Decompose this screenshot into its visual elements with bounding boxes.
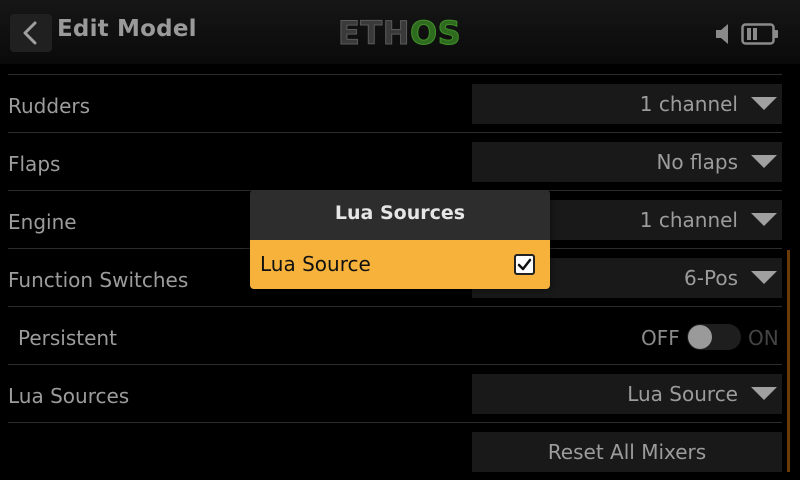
ethos-logo: ETHOS (338, 14, 462, 53)
lua-sources-label: Lua Sources (8, 384, 130, 408)
divider (8, 422, 782, 423)
top-bar: Edit Model ETHOS (0, 0, 800, 64)
popup-list-item[interactable]: Lua Source (250, 240, 550, 289)
dropdown-arrow-icon (751, 97, 777, 110)
lua-sources-select[interactable]: Lua Source (472, 374, 782, 414)
speaker-muted-icon[interactable] (714, 22, 738, 46)
dropdown-arrow-icon (751, 213, 777, 226)
lua-sources-popup: Lua Sources Lua Source (250, 190, 550, 289)
divider (8, 364, 782, 365)
popup-item-label: Lua Source (260, 252, 371, 276)
dropdown-arrow-icon (751, 271, 777, 284)
engine-label: Engine (8, 210, 77, 234)
battery-icon (741, 23, 778, 45)
page-title: Edit Model (57, 16, 197, 42)
dropdown-arrow-icon (751, 155, 777, 168)
toggle-on-label: ON (748, 326, 779, 350)
rudders-label: Rudders (8, 94, 91, 118)
toggle-knob (688, 325, 712, 349)
checkmark-icon (517, 258, 532, 271)
function-switches-label: Function Switches (8, 268, 189, 292)
flaps-select[interactable]: No flaps (472, 142, 782, 182)
persistent-toggle[interactable] (687, 324, 741, 350)
toggle-off-label: OFF (641, 326, 680, 350)
persistent-label: Persistent (18, 326, 117, 350)
checkbox[interactable] (514, 254, 535, 275)
divider (8, 132, 782, 133)
divider (8, 306, 782, 307)
scrollbar[interactable] (787, 250, 790, 472)
rudders-select[interactable]: 1 channel (472, 84, 782, 124)
flaps-label: Flaps (8, 152, 61, 176)
chevron-left-icon (23, 21, 37, 45)
popup-title: Lua Sources (334, 202, 466, 224)
reset-all-mixers-button[interactable]: Reset All Mixers (472, 432, 782, 472)
dropdown-arrow-icon (751, 387, 777, 400)
back-button[interactable] (10, 14, 52, 52)
divider (8, 74, 782, 75)
